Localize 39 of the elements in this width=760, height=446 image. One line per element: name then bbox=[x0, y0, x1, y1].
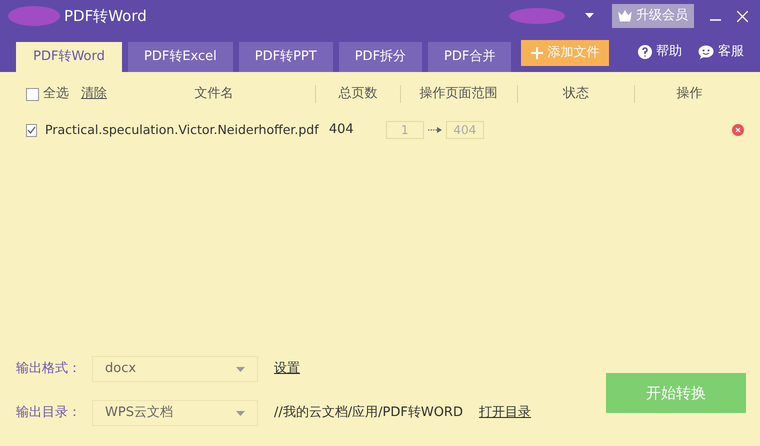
checkbox[interactable] bbox=[26, 124, 37, 136]
column-header: 状态 bbox=[562, 85, 590, 104]
field-label: 输出格式： bbox=[16, 360, 82, 378]
caret-icon bbox=[236, 366, 245, 372]
chat-smile-icon bbox=[698, 45, 714, 59]
column-header: 操作页面范围 bbox=[418, 85, 499, 104]
help-icon bbox=[638, 45, 652, 59]
column-header: 总页数 bbox=[337, 85, 378, 104]
close-icon[interactable] bbox=[737, 10, 748, 22]
clear-link[interactable]: 清除 bbox=[81, 84, 107, 104]
page-count: 404 bbox=[328, 121, 355, 140]
caret-icon bbox=[236, 410, 245, 416]
file-name: Practical.speculation.Victor.Neiderhoffer.pdf bbox=[45, 120, 319, 139]
tab[interactable]: PDF转Excel bbox=[128, 42, 233, 72]
tab[interactable]: PDF转Word bbox=[16, 42, 122, 72]
service-link[interactable]: 客服 bbox=[698, 42, 744, 62]
window-title: PDF转Word bbox=[64, 6, 147, 27]
tab[interactable]: PDF合并 bbox=[428, 42, 512, 72]
checkbox[interactable] bbox=[26, 88, 39, 100]
crown-icon bbox=[618, 10, 632, 22]
field-label: 输出目录： bbox=[16, 404, 82, 422]
column-header: 文件名 bbox=[194, 85, 235, 104]
blurred-mark bbox=[509, 8, 565, 24]
directory-path: //我的云文档/应用/PDF转WORD bbox=[274, 404, 463, 422]
select-all-label: 全选 bbox=[43, 85, 69, 104]
arrow-icon bbox=[428, 127, 442, 133]
dropdown[interactable]: WPS云文档 bbox=[92, 400, 258, 426]
column-header: 操作 bbox=[676, 85, 704, 104]
settings-link[interactable]: 设置 bbox=[274, 359, 300, 379]
open-directory-link[interactable]: 打开目录 bbox=[478, 403, 531, 423]
dropdown-caret-icon[interactable] bbox=[585, 13, 594, 19]
dropdown[interactable]: docx bbox=[92, 356, 258, 382]
plus-icon bbox=[531, 47, 544, 59]
remove-icon[interactable] bbox=[732, 124, 744, 136]
blurred-mark bbox=[8, 6, 60, 26]
upgrade-button[interactable]: 升级会员 bbox=[612, 4, 694, 28]
tab[interactable]: PDF拆分 bbox=[338, 42, 422, 72]
tab[interactable]: PDF转PPT bbox=[238, 42, 333, 72]
help-link[interactable]: 帮助 bbox=[638, 42, 682, 62]
